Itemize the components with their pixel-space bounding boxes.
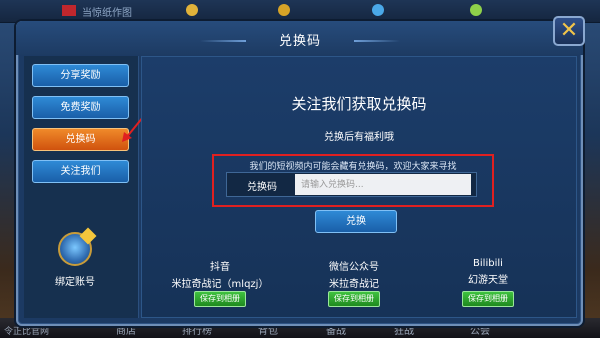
trophy-icon [186,4,198,16]
hint-text: 我们的短视频内可能会藏有兑换码，欢迎大家来寻找 [249,162,457,172]
energy-icon [470,4,482,16]
social-platform: 抖音 [210,262,230,273]
server-name: 当惊纸作图 [82,8,132,19]
close-button[interactable]: ✕ [553,16,585,46]
flag-icon [62,5,76,16]
social-platform: 微信公众号 [329,262,379,273]
top-status-bar: 当惊纸作图 [0,0,600,23]
sidebar-item-free-reward[interactable]: 免费奖励 [32,96,129,119]
page-headline: 关注我们获取兑换码 [291,95,427,113]
save-to-album-button[interactable]: 保存到相册 [328,291,380,307]
title-ornament-left [200,40,246,42]
social-account: 幻游天堂 [468,275,508,286]
bind-account-icon[interactable] [58,227,97,266]
bind-account-label: 绑定账号 [55,277,95,288]
code-label: 兑换码 [247,182,277,193]
save-to-album-button[interactable]: 保存到相册 [194,291,246,307]
diamond-icon [372,4,384,16]
sidebar-item-share-reward[interactable]: 分享奖励 [32,64,129,87]
social-account: 米拉奇战记（mlqzj） [171,279,269,290]
sidebar-item-redeem-code[interactable]: 兑换码 [32,128,129,151]
page-subtitle: 兑换后有福利哦 [324,132,394,143]
sidebar-item-follow-us[interactable]: 关注我们 [32,160,129,183]
social-bilibili: Bilibili 幻游天堂 [438,258,538,286]
redeem-code-input[interactable] [295,174,471,195]
dialog-title: 兑换码 [278,34,321,49]
redeem-button[interactable]: 兑换 [315,210,397,233]
social-wechat: 微信公众号 米拉奇战记 [304,258,404,290]
save-to-album-button[interactable]: 保存到相册 [462,291,514,307]
social-platform: Bilibili [473,258,503,269]
social-douyin: 抖音 米拉奇战记（mlqzj） [170,258,270,290]
gold-coin-icon [278,4,290,16]
title-ornament-right [354,40,400,42]
close-x-icon: ✕ [559,18,579,43]
social-account: 米拉奇战记 [329,279,379,290]
